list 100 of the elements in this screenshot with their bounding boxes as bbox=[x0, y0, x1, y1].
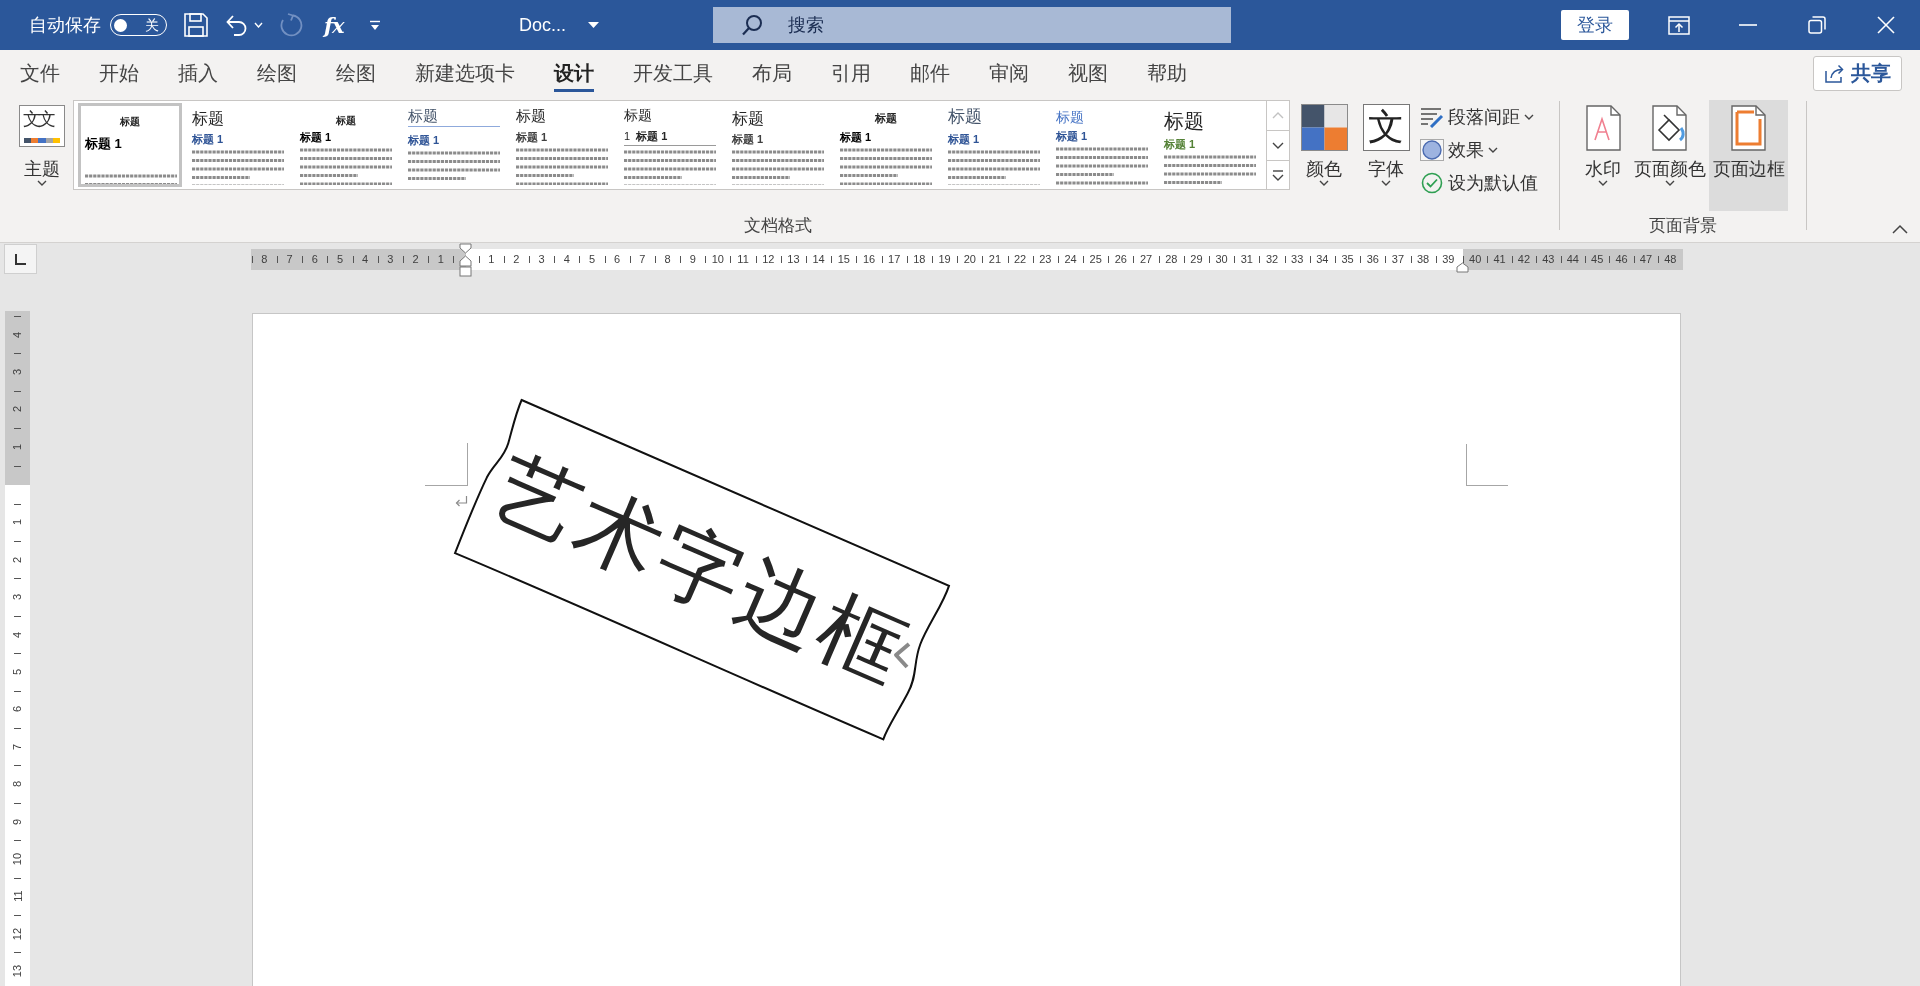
ruler-number: 4 bbox=[11, 331, 24, 338]
page-background-button[interactable]: 页面颜色 bbox=[1630, 100, 1709, 211]
style-heading-text: 标题 1 bbox=[516, 131, 548, 144]
ribbon-tab[interactable]: 视图 bbox=[1048, 50, 1127, 96]
ribbon-tab[interactable]: 插入 bbox=[158, 50, 237, 96]
style-thumbnail[interactable]: 标题 标题 1 bbox=[78, 103, 182, 187]
paragraph-mark-icon bbox=[454, 495, 468, 508]
style-heading-text: 标题 1 bbox=[948, 133, 980, 146]
caret-icon bbox=[1524, 113, 1534, 120]
ruler-number: 2 bbox=[11, 556, 24, 563]
ruler-number: 10 bbox=[11, 852, 24, 865]
style-title-text: 标题 bbox=[948, 107, 982, 127]
ruler-number: 1 bbox=[11, 519, 24, 526]
document-title-button[interactable]: Doc... bbox=[519, 14, 599, 36]
ribbon-tab[interactable]: 开始 bbox=[79, 50, 158, 96]
style-heading-text: 标题 1 bbox=[1056, 130, 1088, 143]
arrowhead-icon bbox=[891, 641, 912, 670]
style-title-text: 标题 bbox=[875, 112, 897, 125]
ribbon-tab[interactable]: 绘图 bbox=[316, 50, 395, 96]
style-heading-text: 标题 1 bbox=[1164, 138, 1196, 151]
ruler-number: 2 bbox=[11, 406, 24, 413]
color-squares-icon bbox=[1300, 104, 1348, 151]
style-title-text: 标题 bbox=[516, 107, 546, 125]
style-title-text: 标题 bbox=[1164, 109, 1204, 133]
style-heading-text: 标题 1 bbox=[636, 130, 668, 143]
ruler-number: 6 bbox=[11, 706, 24, 713]
tab-stop-icon[interactable] bbox=[4, 244, 37, 274]
ruler-number: 1 bbox=[11, 443, 24, 450]
save-icon[interactable] bbox=[184, 13, 208, 37]
search-icon bbox=[741, 14, 763, 36]
font-icon: 文 bbox=[1362, 104, 1410, 151]
ruler-number: 7 bbox=[11, 743, 24, 750]
insert-function-button[interactable]: fx bbox=[324, 12, 344, 38]
ruler-number: 3 bbox=[11, 369, 24, 376]
undo-icon[interactable] bbox=[225, 14, 249, 36]
caret-icon bbox=[1319, 180, 1329, 186]
style-heading-text: 标题 1 bbox=[85, 136, 122, 151]
style-title-text: 标题 bbox=[1056, 109, 1084, 126]
style-title-text: 标题 bbox=[120, 116, 140, 128]
caret-icon[interactable] bbox=[254, 22, 263, 28]
group-label: 文档格式 bbox=[744, 215, 812, 237]
lines-brush-icon bbox=[1420, 105, 1444, 128]
style-title-text: 标题 bbox=[624, 107, 652, 124]
ruler-number: 13 bbox=[11, 964, 24, 978]
ribbon-tab[interactable]: 审阅 bbox=[969, 50, 1048, 96]
ruler-number: 4 bbox=[11, 631, 24, 638]
style-heading-text: 标题 1 bbox=[732, 133, 764, 146]
caret-icon bbox=[1664, 180, 1675, 186]
ribbon-tab[interactable]: 帮助 bbox=[1127, 50, 1206, 96]
ruler-number: 8 bbox=[11, 781, 24, 788]
ruler-number: 9 bbox=[11, 818, 24, 825]
ribbon-tab[interactable]: 绘图 bbox=[237, 50, 316, 96]
window-arrow-up-icon[interactable] bbox=[1667, 15, 1690, 35]
caret-icon bbox=[1488, 146, 1498, 153]
margin-corner-mark bbox=[1466, 444, 1508, 486]
share-button[interactable]: 共享 bbox=[1813, 55, 1902, 91]
ribbon-tab[interactable]: 新建选项卡 bbox=[395, 50, 534, 96]
collapse-ribbon-icon[interactable] bbox=[1892, 224, 1908, 234]
page-border-icon bbox=[1729, 104, 1768, 152]
style-title-text: 标题 bbox=[408, 107, 500, 127]
checkmark-circle-icon bbox=[1420, 171, 1444, 194]
margin-corner-mark bbox=[425, 443, 468, 486]
ribbon-tab[interactable]: 文件 bbox=[0, 50, 79, 96]
circle-icon bbox=[1420, 138, 1444, 161]
format-option-button[interactable]: 段落间距 bbox=[1418, 100, 1540, 133]
page-background-button[interactable]: 水印 bbox=[1576, 100, 1630, 211]
bar-caret-icon[interactable] bbox=[368, 19, 381, 31]
caret-icon bbox=[37, 180, 47, 186]
minimize-icon[interactable] bbox=[1738, 24, 1757, 26]
fonts-button[interactable]: 文 字体 bbox=[1358, 100, 1414, 211]
style-title-text: 标题 bbox=[192, 109, 224, 128]
ribbon-tab[interactable]: 邮件 bbox=[890, 50, 969, 96]
format-option-button[interactable]: 效果 bbox=[1418, 133, 1540, 166]
indent-marker-icon[interactable] bbox=[459, 243, 472, 277]
restore-icon[interactable] bbox=[1807, 16, 1826, 34]
ruler-number: 5 bbox=[11, 668, 24, 675]
caret-icon bbox=[588, 22, 599, 28]
theme-icon: 文文 bbox=[19, 105, 65, 147]
sign-in-button[interactable]: 登录 bbox=[1561, 10, 1629, 40]
caret-icon bbox=[1598, 180, 1608, 186]
ribbon-tab[interactable]: 开发工具 bbox=[613, 50, 732, 96]
caret-icon bbox=[1381, 180, 1391, 186]
heading-number-text: 1 bbox=[624, 130, 631, 143]
right-indent-marker-icon[interactable] bbox=[1456, 262, 1469, 273]
style-heading-text: 标题 1 bbox=[408, 134, 440, 147]
paint-bucket-icon bbox=[1650, 104, 1689, 152]
ribbon-tab[interactable]: 引用 bbox=[811, 50, 890, 96]
style-heading-text: 标题 1 bbox=[192, 133, 224, 146]
page-letter-icon bbox=[1583, 104, 1623, 152]
colors-button[interactable]: 颜色 bbox=[1296, 100, 1352, 211]
format-option-button[interactable]: 设为默认值 bbox=[1418, 166, 1540, 199]
style-heading-text: 标题 1 bbox=[840, 131, 872, 144]
search-field[interactable]: 搜索 bbox=[713, 7, 1231, 43]
style-title-text: 标题 bbox=[336, 115, 356, 127]
ruler-number: 3 bbox=[11, 594, 24, 601]
page-background-button[interactable]: 页面边框 bbox=[1709, 100, 1788, 211]
ribbon-tab[interactable]: 布局 bbox=[732, 50, 811, 96]
close-icon[interactable] bbox=[1876, 16, 1895, 34]
ruler-number: 11 bbox=[11, 890, 24, 902]
themes-button[interactable]: 文文 主题 bbox=[14, 100, 70, 211]
